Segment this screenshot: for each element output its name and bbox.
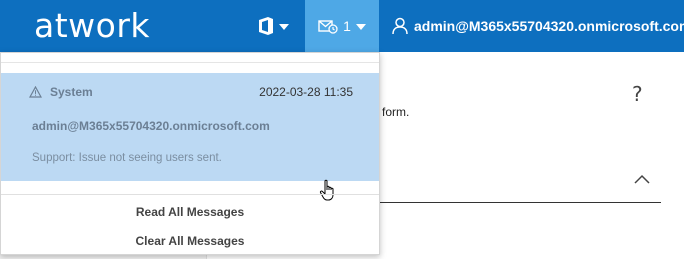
user-email: admin@M365x55704320.onmicrosoft.com xyxy=(414,18,684,34)
read-all-messages-link[interactable]: Read All Messages xyxy=(1,205,379,219)
message-item[interactable]: System 2022-03-28 11:35 admin@M365x55704… xyxy=(1,73,379,201)
messages-button[interactable]: 1 xyxy=(305,0,379,52)
top-bar: atwork 1 admin@M365x55704320.onmicrosoft… xyxy=(0,0,684,52)
warning-icon xyxy=(29,86,42,98)
chevron-down-icon xyxy=(279,24,289,30)
help-icon[interactable]: ? xyxy=(632,82,643,106)
message-sender: admin@M365x55704320.onmicrosoft.com xyxy=(32,119,270,133)
chevron-down-icon xyxy=(355,24,366,30)
message-count: 1 xyxy=(343,18,351,34)
section-divider xyxy=(380,202,661,203)
message-type: System xyxy=(29,85,93,99)
user-menu-button[interactable]: admin@M365x55704320.onmicrosoft.com xyxy=(392,0,684,52)
hand-cursor-icon xyxy=(319,179,334,201)
message-type-label: System xyxy=(50,85,93,99)
chevron-up-icon[interactable] xyxy=(634,172,650,188)
clear-all-messages-link[interactable]: Clear All Messages xyxy=(1,234,379,248)
divider xyxy=(1,194,379,195)
message-body: Support: Issue not seeing users sent. xyxy=(32,152,222,164)
messages-dropdown: System 2022-03-28 11:35 admin@M365x55704… xyxy=(0,52,380,255)
office-icon xyxy=(259,17,273,35)
form-text: form. xyxy=(382,105,410,119)
user-icon xyxy=(392,17,408,35)
atwork-logo[interactable]: atwork xyxy=(34,6,150,45)
message-date: 2022-03-28 11:35 xyxy=(259,85,353,99)
envelope-clock-icon xyxy=(318,20,338,34)
divider xyxy=(1,62,379,63)
office-menu-button[interactable] xyxy=(246,0,300,52)
